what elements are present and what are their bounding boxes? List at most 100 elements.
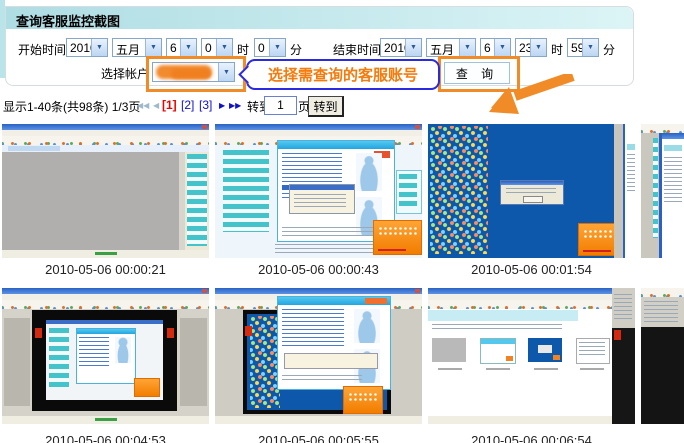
start-year-value: 2010 [67, 39, 91, 56]
mini-caption [486, 368, 510, 370]
prev-page-icon[interactable]: ◀ [153, 101, 159, 110]
end-minute-value: 59 [568, 39, 582, 56]
page-link-3[interactable]: [3] [199, 98, 212, 112]
ad-link [378, 249, 406, 251]
thumbnail-timestamp: 2010-05-06 00:04:53 [2, 433, 209, 443]
chevron-down-icon: ▼ [91, 39, 107, 56]
end-year-select[interactable]: 2010 ▼ [380, 38, 422, 57]
partial-window [623, 124, 635, 258]
goto-button[interactable]: 转到 [308, 96, 344, 117]
chat-text [282, 309, 344, 349]
screenshot-thumbnail-6[interactable] [428, 288, 635, 424]
window-toolbar [2, 136, 209, 145]
page-link-1[interactable]: [1] [162, 98, 177, 112]
inner-form-row [432, 324, 562, 332]
start-month-value: 五月 [113, 39, 145, 56]
next-page-icon[interactable]: ▶ [219, 101, 225, 110]
start-year-select[interactable]: 2010 ▼ [66, 38, 108, 57]
popup-text [294, 194, 346, 208]
chevron-down-icon: ▼ [216, 39, 232, 56]
window-toolbar [641, 288, 684, 297]
start-month-select[interactable]: 五月 ▼ [112, 38, 162, 57]
start-day-select[interactable]: 6 ▼ [166, 38, 197, 57]
mini-ad [506, 356, 513, 361]
chat-window [277, 296, 391, 390]
screenshot-thumbnail-3[interactable] [428, 124, 635, 258]
chevron-down-icon: ▼ [269, 39, 285, 56]
mini-caption [580, 368, 604, 370]
ad-text [348, 392, 378, 402]
end-minute-select[interactable]: 59 ▼ [567, 38, 599, 57]
window-text [664, 157, 682, 203]
thumbnail-timestamp: 2010-05-06 00:06:54 [428, 433, 635, 443]
avatar-silhouette [115, 337, 131, 363]
close-icon [415, 125, 420, 129]
mini-caption [534, 368, 558, 370]
statusbar [2, 416, 209, 424]
mini-thumb [480, 338, 516, 364]
start-minute-select[interactable]: 0 ▼ [254, 38, 286, 57]
thumbnail-timestamp: 2010-05-06 00:05:55 [215, 433, 422, 443]
goto-page-input[interactable]: 1 [264, 96, 297, 115]
avatar-silhouette [354, 309, 380, 343]
sidebar-buttons [187, 154, 207, 246]
start-day-value: 6 [167, 39, 180, 56]
screenshot-thumbnail-4[interactable] [2, 288, 209, 424]
chat-titlebar [278, 141, 394, 149]
inner-chat-window [76, 328, 136, 384]
statusbar [2, 250, 209, 258]
content-area [2, 152, 179, 250]
end-month-value: 五月 [427, 39, 459, 56]
chevron-down-icon: ▼ [530, 39, 546, 56]
selected-row [627, 144, 635, 150]
window-text [627, 154, 635, 194]
image-marker [614, 330, 621, 340]
annotation-callout: 选择需查询的客服账号 [246, 59, 440, 90]
inner-chat-titlebar [77, 329, 135, 334]
inner-panel-title [428, 310, 578, 321]
end-hour-suffix: 时 [551, 41, 563, 58]
end-day-select[interactable]: 6 ▼ [480, 38, 511, 57]
inner-titlebar [46, 320, 163, 324]
dialog-titlebar [501, 181, 563, 185]
dialog-text [506, 188, 556, 194]
gray-window [641, 297, 684, 327]
mini-panel [396, 170, 422, 214]
end-hour-select[interactable]: 23 ▼ [515, 38, 547, 57]
screenshot-thumbnail-2[interactable] [215, 124, 422, 258]
chat-button [365, 298, 387, 304]
start-hour-select[interactable]: 0 ▼ [201, 38, 233, 57]
ad-banner [343, 386, 383, 414]
thumbnail-timestamp: 2010-05-06 00:00:21 [2, 262, 209, 277]
result-summary: 显示1-40条(共98条) 1/3页 [3, 98, 140, 115]
mini-ad [553, 355, 560, 360]
last-page-icon[interactable]: ▶▶ [229, 101, 241, 110]
first-page-icon[interactable]: ◀◀ [137, 101, 149, 110]
dialog-box [500, 180, 564, 205]
screenshot-thumbnail-partial[interactable] [641, 288, 684, 424]
sidebar-buttons [223, 150, 269, 232]
screenshot-thumbnail-1[interactable] [2, 124, 209, 258]
end-day-value: 6 [481, 39, 494, 56]
status-text [95, 252, 117, 255]
end-minute-suffix: 分 [603, 41, 615, 58]
popup-dialog [289, 184, 355, 214]
start-minute-suffix: 分 [290, 41, 302, 58]
thumbnail-timestamp: 2010-05-06 00:01:54 [428, 262, 635, 277]
callout-text: 选择需查询的客服账号 [268, 64, 418, 85]
chevron-down-icon: ▼ [180, 39, 196, 56]
account-highlight-box [146, 56, 246, 92]
screenshot-thumbnail-5[interactable] [215, 288, 422, 424]
scrollbar [179, 152, 185, 250]
taskbar [215, 416, 422, 424]
ad-banner [373, 220, 422, 255]
screenshot-thumbnail-partial[interactable] [641, 124, 684, 258]
end-month-select[interactable]: 五月 ▼ [426, 38, 476, 57]
next-image-marker [167, 328, 174, 338]
page-link-2[interactable]: [2] [181, 98, 194, 112]
inner-sidebar [49, 328, 69, 388]
window-titlebar [662, 133, 684, 139]
right-gray-window [612, 288, 635, 328]
start-minute-value: 0 [255, 39, 269, 56]
window-toolbar [428, 300, 635, 309]
